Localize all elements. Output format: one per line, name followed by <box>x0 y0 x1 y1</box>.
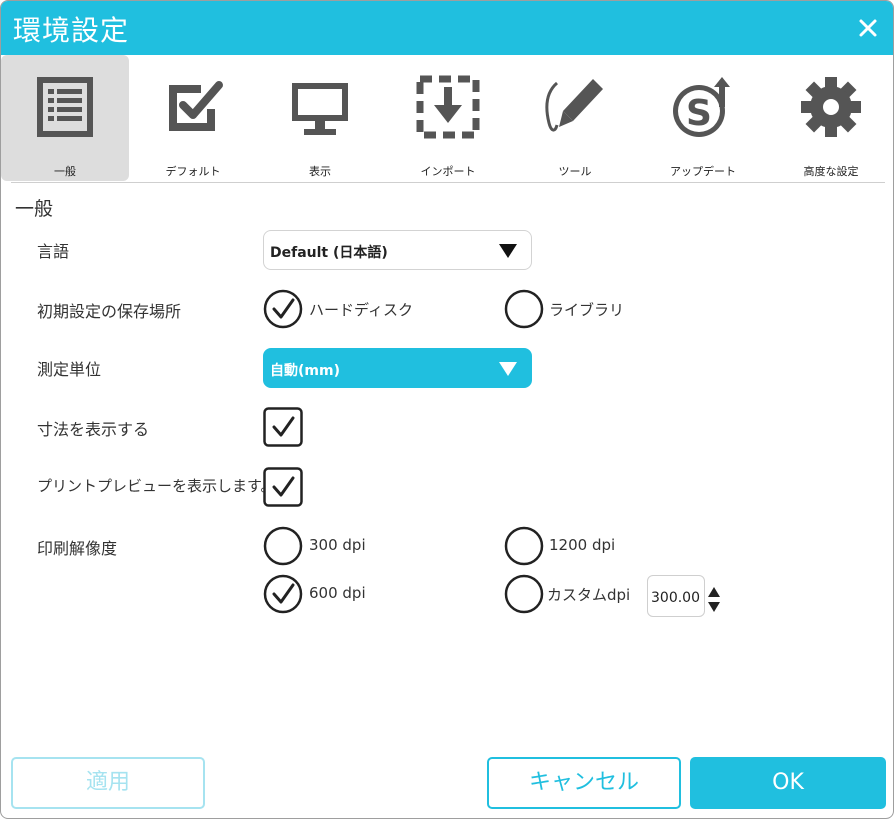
tab-import[interactable]: インポート <box>384 55 512 181</box>
unit-value: 自動(mm) <box>270 363 340 379</box>
ok-button[interactable]: OK <box>690 757 886 809</box>
unit-label: 測定単位 <box>37 360 102 379</box>
chevron-down-icon <box>499 244 517 258</box>
tab-update[interactable]: S アップデート <box>639 55 767 181</box>
svg-text:S: S <box>686 93 712 134</box>
tab-label: インポート <box>420 165 476 178</box>
option-label: カスタムdpi <box>547 586 631 604</box>
check-icon <box>263 467 303 507</box>
tab-label: 高度な設定 <box>803 165 859 178</box>
close-icon <box>859 19 877 37</box>
radio-checked-icon <box>263 289 303 329</box>
language-value: Default (日本語) <box>270 245 388 261</box>
tab-general[interactable]: 一般 <box>1 55 129 181</box>
check-icon <box>263 407 303 447</box>
tab-label: アップデート <box>670 165 736 178</box>
radio-unchecked-icon <box>504 526 544 566</box>
close-button[interactable] <box>855 15 881 41</box>
radio-unchecked-icon <box>504 574 544 614</box>
caret-down-icon <box>708 602 720 612</box>
radio-600dpi[interactable] <box>263 574 303 614</box>
window-title: 環境設定 <box>13 14 130 47</box>
tab-tools[interactable]: ツール <box>511 55 639 181</box>
print-resolution-label: 印刷解像度 <box>37 539 118 558</box>
radio-unchecked-icon <box>263 526 303 566</box>
preferences-dialog: 環境設定 一般 デフォルト 表示 インポート ツール S アップデート 高度な設… <box>0 0 894 819</box>
option-label: 300 dpi <box>309 536 366 554</box>
pen-tool-icon <box>545 79 603 132</box>
tab-label: デフォルト <box>165 165 221 178</box>
checkbox-check-icon <box>169 81 223 131</box>
show-dimensions-label: 寸法を表示する <box>37 420 150 439</box>
caret-up-icon <box>708 587 720 597</box>
gear-icon <box>801 77 861 137</box>
print-preview-label: プリントプレビューを表示します。 <box>37 477 276 495</box>
radio-checked-icon <box>263 574 303 614</box>
section-title: 一般 <box>15 198 54 220</box>
tab-label: 表示 <box>309 165 331 178</box>
default-save-label: 初期設定の保存場所 <box>37 302 182 321</box>
tab-advanced[interactable]: 高度な設定 <box>767 55 893 181</box>
custom-dpi-value: 300.00 <box>651 590 700 606</box>
option-label: 1200 dpi <box>549 536 616 554</box>
tab-label: 一般 <box>54 165 76 178</box>
monitor-icon <box>292 83 348 135</box>
toolbar-divider <box>11 182 885 183</box>
show-dimensions-checkbox[interactable] <box>263 407 303 447</box>
print-preview-checkbox[interactable] <box>263 467 303 507</box>
tab-label: ツール <box>558 165 592 178</box>
radio-unchecked-icon <box>504 289 544 329</box>
radio-300dpi[interactable] <box>263 526 303 566</box>
radio-hard-disk[interactable] <box>263 289 303 329</box>
option-label: ハードディスク <box>309 301 413 319</box>
general-list-icon <box>37 77 93 137</box>
radio-library[interactable] <box>504 289 544 329</box>
radio-custom-dpi[interactable] <box>504 574 544 614</box>
preferences-toolbar: 一般 デフォルト 表示 インポート ツール S アップデート 高度な設定 <box>1 55 893 183</box>
option-label: 600 dpi <box>309 584 366 602</box>
language-select[interactable]: Default (日本語) <box>263 230 532 270</box>
radio-1200dpi[interactable] <box>504 526 544 566</box>
cancel-button[interactable]: キャンセル <box>487 757 681 809</box>
spin-down-button[interactable] <box>707 598 721 612</box>
spin-up-button[interactable] <box>707 583 721 597</box>
title-bar: 環境設定 <box>1 1 893 55</box>
language-label: 言語 <box>37 242 70 261</box>
tab-display[interactable]: 表示 <box>256 55 384 181</box>
chevron-down-icon <box>499 362 517 376</box>
unit-select[interactable]: 自動(mm) <box>263 348 532 388</box>
tab-defaults[interactable]: デフォルト <box>129 55 257 181</box>
custom-dpi-input[interactable]: 300.00 <box>647 575 705 617</box>
apply-button[interactable]: 適用 <box>11 757 205 809</box>
import-arrow-icon <box>416 75 480 139</box>
update-s-icon: S <box>673 77 730 137</box>
option-label: ライブラリ <box>549 301 625 319</box>
